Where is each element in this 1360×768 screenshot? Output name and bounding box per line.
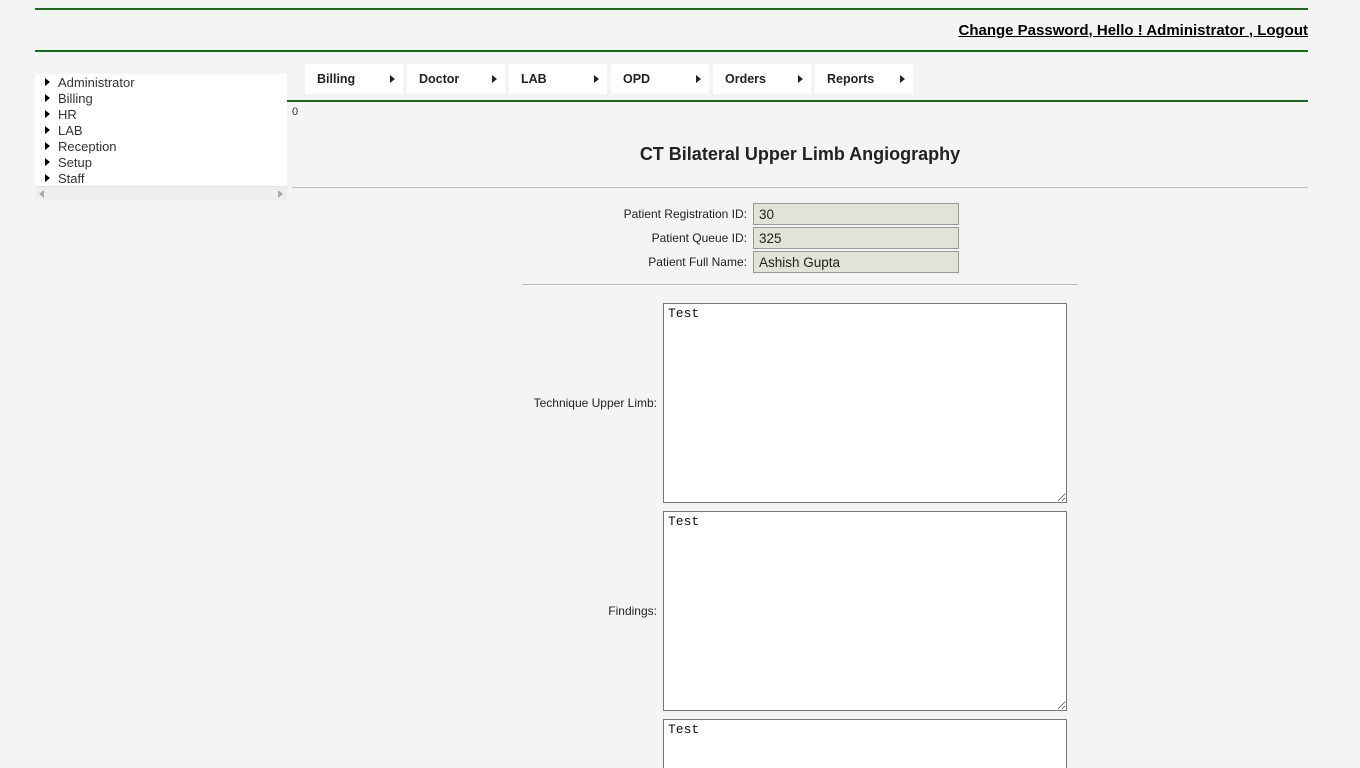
chevron-right-icon <box>45 142 50 150</box>
nav-reports[interactable]: Reports <box>815 64 913 94</box>
page-viewport[interactable]: Change Password, Hello ! Administrator ,… <box>0 0 1343 768</box>
technique-textarea[interactable] <box>663 303 1067 503</box>
reg-id-field[interactable]: 30 <box>753 203 959 225</box>
scroll-right-icon <box>278 190 283 198</box>
chevron-right-icon <box>798 75 803 83</box>
nav-lab[interactable]: LAB <box>509 64 607 94</box>
sidebar-item-administrator[interactable]: Administrator <box>35 74 287 90</box>
nav-label: OPD <box>623 72 650 86</box>
reg-id-label: Patient Registration ID: <box>292 207 753 221</box>
findings-label: Findings: <box>292 604 663 618</box>
chevron-right-icon <box>45 94 50 102</box>
full-name-field[interactable]: Ashish Gupta <box>753 251 959 273</box>
sidebar-item-staff[interactable]: Staff <box>35 170 287 186</box>
findings-textarea[interactable] <box>663 511 1067 711</box>
top-bar: Change Password, Hello ! Administrator ,… <box>35 10 1308 50</box>
sidebar: Administrator Billing HR LAB Reception S… <box>35 74 287 200</box>
sidebar-item-label: Staff <box>58 171 85 186</box>
chevron-right-icon <box>45 126 50 134</box>
chevron-right-icon <box>696 75 701 83</box>
chevron-right-icon <box>390 75 395 83</box>
sidebar-item-hr[interactable]: HR <box>35 106 287 122</box>
section-rule <box>522 284 1078 285</box>
page-title: CT Bilateral Upper Limb Angiography <box>292 118 1308 187</box>
full-name-label: Patient Full Name: <box>292 255 753 269</box>
sidebar-item-label: Billing <box>58 91 93 106</box>
sidebar-scroll[interactable] <box>35 186 287 200</box>
change-password-link[interactable]: Change Password <box>958 22 1088 39</box>
nav-orders[interactable]: Orders <box>713 64 811 94</box>
chevron-right-icon <box>492 75 497 83</box>
sidebar-item-label: Administrator <box>58 75 135 90</box>
technique-label: Technique Upper Limb: <box>292 396 663 410</box>
chevron-right-icon <box>45 158 50 166</box>
chevron-right-icon <box>45 110 50 118</box>
sidebar-item-reception[interactable]: Reception <box>35 138 287 154</box>
sidebar-item-label: Reception <box>58 139 117 154</box>
nav-billing[interactable]: Billing <box>305 64 403 94</box>
chevron-right-icon <box>45 174 50 182</box>
chevron-right-icon <box>45 78 50 86</box>
nav-opd[interactable]: OPD <box>611 64 709 94</box>
queue-id-label: Patient Queue ID: <box>292 231 753 245</box>
sidebar-item-billing[interactable]: Billing <box>35 90 287 106</box>
nav-label: Reports <box>827 72 874 86</box>
queue-id-field[interactable]: 325 <box>753 227 959 249</box>
logout-link[interactable]: Logout <box>1257 22 1308 39</box>
nav-label: LAB <box>521 72 547 86</box>
sidebar-item-lab[interactable]: LAB <box>35 122 287 138</box>
chevron-right-icon <box>594 75 599 83</box>
third-textarea[interactable] <box>663 719 1067 768</box>
main-content: 0 CT Bilateral Upper Limb Angiography Pa… <box>35 102 1308 768</box>
top-links: Change Password, Hello ! Administrator ,… <box>958 22 1308 39</box>
sidebar-item-label: LAB <box>58 123 83 138</box>
title-rule <box>292 187 1308 188</box>
sidebar-item-label: HR <box>58 107 77 122</box>
sidebar-item-label: Setup <box>58 155 92 170</box>
nav-doctor[interactable]: Doctor <box>407 64 505 94</box>
greeting-link[interactable]: Hello ! Administrator <box>1097 22 1249 39</box>
nav-label: Doctor <box>419 72 459 86</box>
patient-info: Patient Registration ID: 30 Patient Queu… <box>292 202 1308 274</box>
sidebar-item-setup[interactable]: Setup <box>35 154 287 170</box>
nav-label: Orders <box>725 72 766 86</box>
scroll-left-icon <box>39 190 44 198</box>
zero-indicator: 0 <box>292 102 1308 118</box>
chevron-right-icon <box>900 75 905 83</box>
nav-label: Billing <box>317 72 355 86</box>
